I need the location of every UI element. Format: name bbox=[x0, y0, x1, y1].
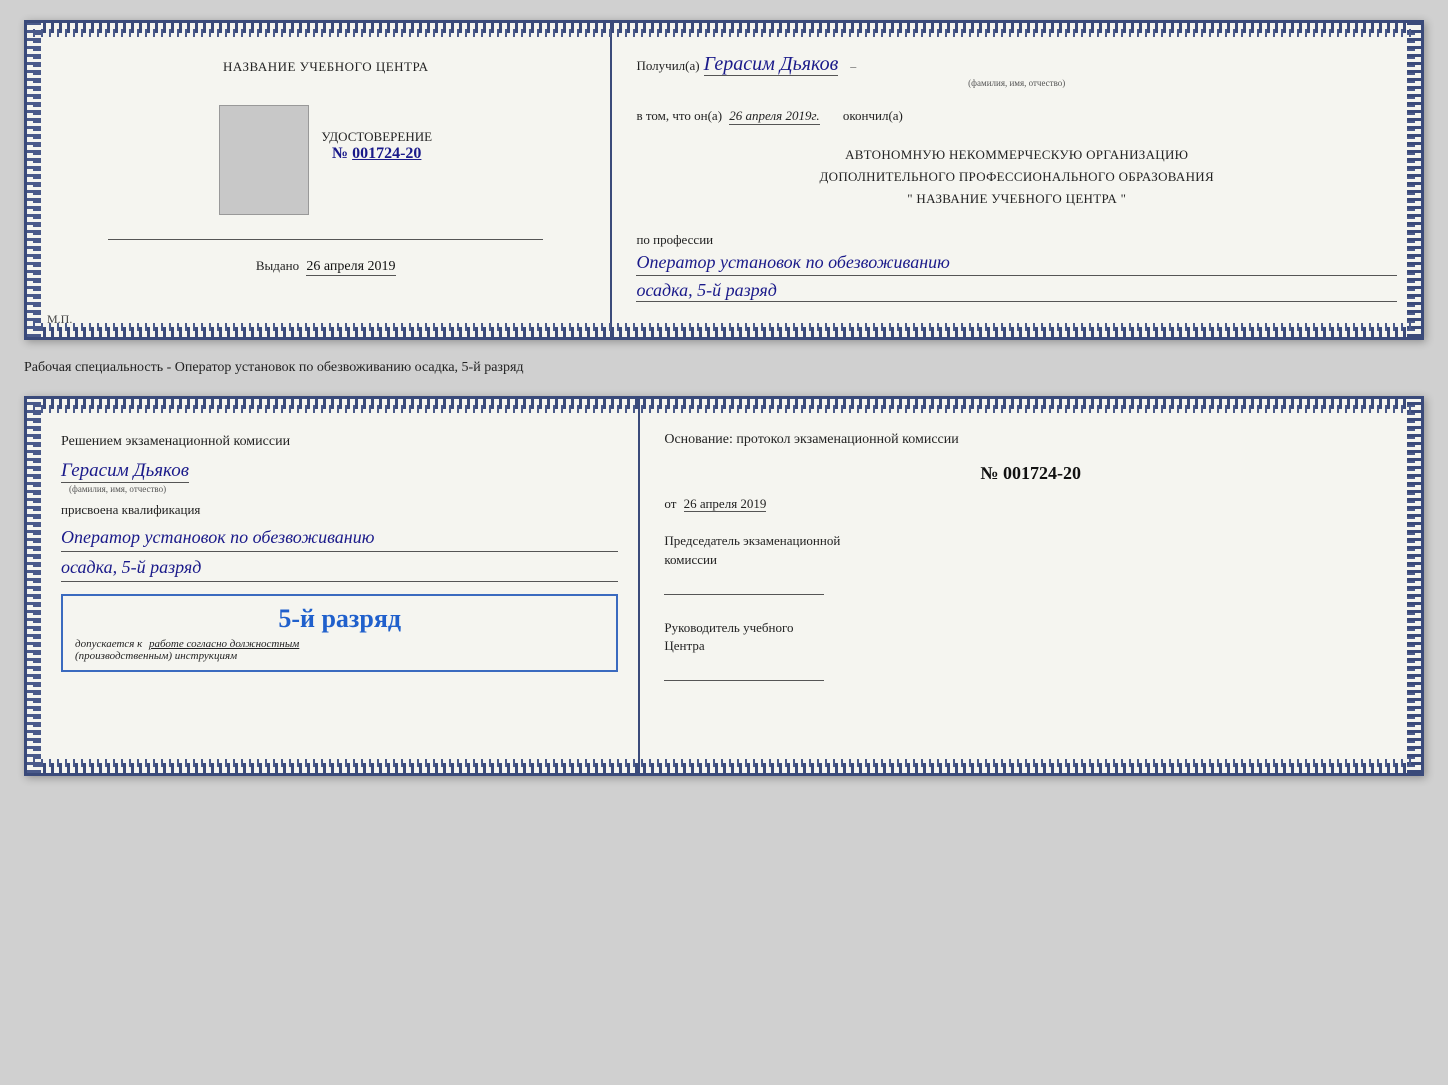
date-prefix: от bbox=[664, 496, 676, 511]
dash-separator: – bbox=[850, 59, 856, 73]
finished-label: окончил(а) bbox=[843, 108, 903, 123]
profession-block: по профессии Оператор установок по обезв… bbox=[636, 232, 1397, 302]
bottom-certificate: Решением экзаменационной комиссии Гераси… bbox=[24, 396, 1424, 776]
org-line3: " НАЗВАНИЕ УЧЕБНОГО ЦЕНТРА " bbox=[636, 188, 1397, 210]
rank-text: 5-й разряд bbox=[75, 604, 604, 634]
head-block: Руководитель учебного Центра bbox=[664, 619, 1397, 681]
profession-value: Оператор установок по обезвоживанию bbox=[636, 250, 1397, 276]
protocol-number: № 001724-20 bbox=[664, 463, 1397, 484]
rank-box: 5-й разряд допускается к работе согласно… bbox=[61, 594, 618, 672]
issued-label: Выдано bbox=[256, 258, 299, 273]
recipient-block: Получил(а) Герасим Дьяков – (фамилия, им… bbox=[636, 53, 1397, 88]
divider-1 bbox=[108, 239, 543, 240]
name-subtext: (фамилия, имя, отчество) bbox=[636, 78, 1397, 88]
bottom-left-stripe bbox=[27, 399, 41, 773]
head-label: Руководитель учебного Центра bbox=[664, 619, 1397, 655]
number-prefix: № bbox=[332, 145, 348, 162]
date-value: 26 апреля 2019г. bbox=[729, 108, 819, 125]
bottom-person-block: Герасим Дьяков (фамилия, имя, отчество) bbox=[61, 460, 618, 494]
допуск-underline: работе согласно должностным bbox=[149, 638, 299, 650]
protocol-date: от 26 апреля 2019 bbox=[664, 496, 1397, 512]
bottom-person-name: Герасим Дьяков bbox=[61, 460, 189, 483]
left-border-stripe bbox=[27, 23, 41, 337]
qualification-label: присвоена квалификация bbox=[61, 502, 618, 518]
bottom-right-stripe bbox=[1407, 399, 1421, 773]
top-cert-right: Получил(а) Герасим Дьяков – (фамилия, им… bbox=[612, 23, 1421, 337]
training-center-title: НАЗВАНИЕ УЧЕБНОГО ЦЕНТРА bbox=[223, 59, 428, 75]
protocol-date-value: 26 апреля 2019 bbox=[684, 496, 767, 512]
recipient-name: Герасим Дьяков bbox=[704, 53, 839, 76]
bottom-cert-left: Решением экзаменационной комиссии Гераси… bbox=[27, 399, 640, 773]
page-container: НАЗВАНИЕ УЧЕБНОГО ЦЕНТРА УДОСТОВЕРЕНИЕ №… bbox=[24, 20, 1424, 776]
date-label: в том, что он(а) bbox=[636, 108, 722, 123]
right-border-stripe bbox=[1407, 23, 1421, 337]
cert-number-block: УДОСТОВЕРЕНИЕ № 001724-20 bbox=[321, 129, 432, 163]
mp-label: М.П. bbox=[47, 312, 72, 327]
org-line1: АВТОНОМНУЮ НЕКОММЕРЧЕСКУЮ ОРГАНИЗАЦИЮ bbox=[636, 144, 1397, 166]
org-block: АВТОНОМНУЮ НЕКОММЕРЧЕСКУЮ ОРГАНИЗАЦИЮ ДО… bbox=[636, 144, 1397, 210]
chairman-label: Председатель экзаменационной комиссии bbox=[664, 532, 1397, 568]
between-text: Рабочая специальность - Оператор установ… bbox=[24, 356, 1424, 380]
chairman-block: Председатель экзаменационной комиссии bbox=[664, 532, 1397, 594]
допуск-suffix: (производственным) инструкциям bbox=[75, 650, 604, 662]
head-signature-line bbox=[664, 661, 824, 681]
bottom-name-subtext: (фамилия, имя, отчество) bbox=[69, 484, 618, 494]
bottom-cert-right: Основание: протокол экзаменационной коми… bbox=[640, 399, 1421, 773]
issued-date: 26 апреля 2019 bbox=[306, 259, 395, 276]
document-type-label: УДОСТОВЕРЕНИЕ bbox=[321, 129, 432, 145]
profession-label: по профессии bbox=[636, 232, 1397, 248]
photo-placeholder bbox=[219, 105, 309, 215]
specialty-value: осадка, 5-й разряд bbox=[636, 280, 1397, 302]
commission-title: Решением экзаменационной комиссии bbox=[61, 431, 618, 452]
top-certificate: НАЗВАНИЕ УЧЕБНОГО ЦЕНТРА УДОСТОВЕРЕНИЕ №… bbox=[24, 20, 1424, 340]
допуск-prefix: допускается к bbox=[75, 638, 142, 650]
date-line: в том, что он(а) 26 апреля 2019г. окончи… bbox=[636, 108, 1397, 124]
org-line2: ДОПОЛНИТЕЛЬНОГО ПРОФЕССИОНАЛЬНОГО ОБРАЗО… bbox=[636, 166, 1397, 188]
received-prefix: Получил(а) bbox=[636, 58, 699, 73]
top-cert-left: НАЗВАНИЕ УЧЕБНОГО ЦЕНТРА УДОСТОВЕРЕНИЕ №… bbox=[27, 23, 612, 337]
qualification-value-2: осадка, 5-й разряд bbox=[61, 554, 618, 582]
basis-label: Основание: протокол экзаменационной коми… bbox=[664, 429, 1397, 451]
cert-number: 001724-20 bbox=[352, 145, 421, 162]
допуск-text: допускается к работе согласно должностны… bbox=[75, 638, 604, 662]
chairman-signature-line bbox=[664, 575, 824, 595]
qualification-value-1: Оператор установок по обезвоживанию bbox=[61, 524, 618, 552]
issued-block: Выдано 26 апреля 2019 bbox=[256, 258, 396, 275]
